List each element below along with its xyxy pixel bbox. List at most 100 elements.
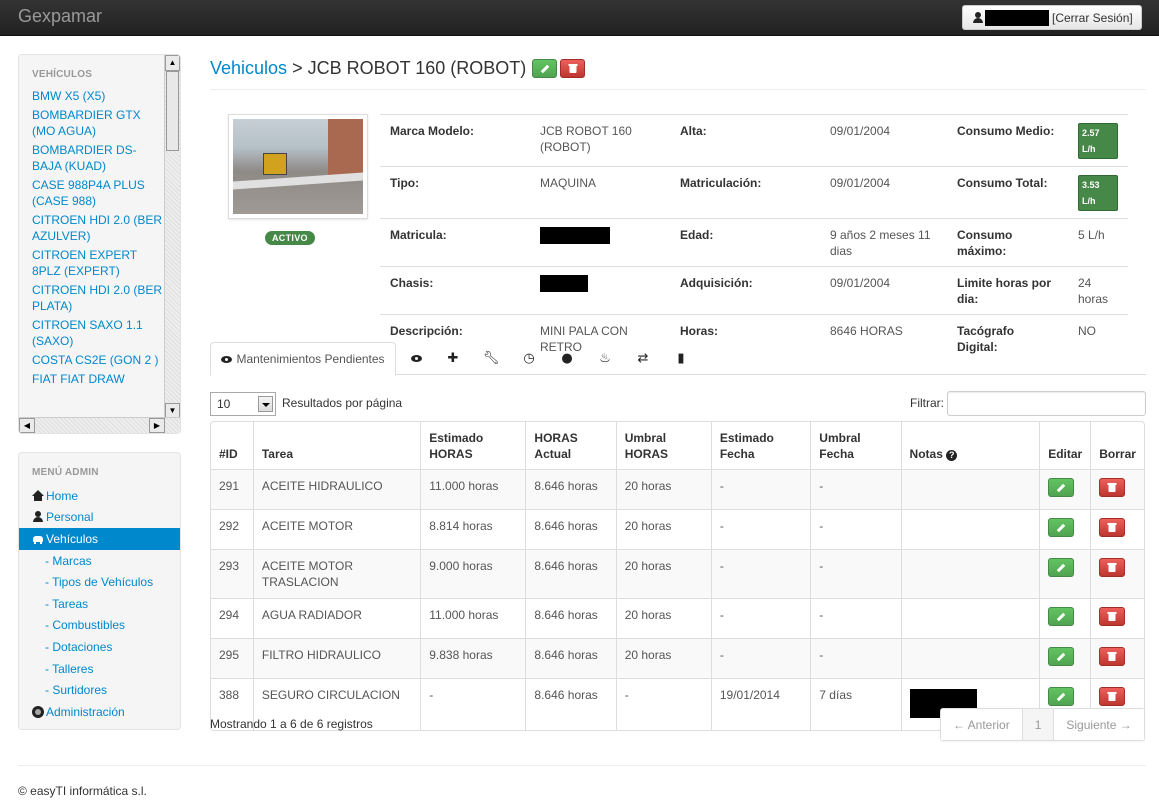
tab-file[interactable]: ▮ [670, 342, 692, 375]
menu-item-talleres[interactable]: - Talleres [19, 658, 180, 680]
scroll-up-icon[interactable]: ▲ [165, 55, 180, 71]
col-header-estimado-fecha[interactable]: Estimado Fecha [710, 422, 810, 469]
menu-item-combustibles[interactable]: - Combustibles [19, 615, 180, 637]
page-1-button[interactable]: 1 [1021, 709, 1054, 740]
menu-item-home[interactable]: Home [19, 485, 180, 507]
cell-estimado-fecha: 19/01/2014 [710, 678, 811, 730]
col-header-umbral-fecha[interactable]: Umbral Fecha [810, 422, 900, 469]
cell-id: 293 [211, 549, 253, 598]
details-row: Chasis: Adquisición: 09/01/2004 Limite h… [380, 266, 1128, 315]
edit-row-button[interactable] [1048, 558, 1075, 577]
col-header-horas-actual[interactable]: HORAS Actual [525, 422, 615, 469]
delete-row-button[interactable] [1099, 478, 1126, 497]
brand-logo[interactable]: Gexpamar [18, 6, 102, 27]
delete-row-button[interactable] [1099, 647, 1126, 666]
vehicle-link[interactable]: COSTA CS2E (GON 2 ) [32, 351, 164, 370]
vehicle-link[interactable]: FIAT FIAT DRAW [32, 370, 164, 389]
cell-horas-actual: 8.646 horas [525, 638, 616, 678]
breadcrumb-separator: > [292, 58, 303, 78]
col-header-notas[interactable]: Notas ? [900, 422, 1040, 469]
next-page-button[interactable]: Siguiente → [1053, 709, 1144, 740]
table-row: 291 ACEITE HIDRAULICO 11.000 horas 8.646… [211, 469, 1144, 509]
tab-clock[interactable]: ◷ [518, 342, 540, 375]
tab-mantenimientos-pendientes[interactable]: Mantenimientos Pendientes [210, 342, 396, 376]
delete-row-button[interactable] [1099, 558, 1126, 577]
tab-retweet[interactable]: ⇄ [632, 342, 654, 375]
menu-label: Vehículos [46, 531, 99, 546]
cell-tarea: AGUA RADIADOR [252, 598, 421, 638]
tab-wrench[interactable]: 🔧︎ [480, 342, 502, 375]
cell-estimado-horas: - [420, 678, 526, 730]
cell-estimado-horas: 8.814 horas [420, 509, 526, 549]
cell-umbral-horas: 20 horas [615, 509, 711, 549]
filter-input[interactable] [947, 391, 1146, 416]
scroll-left-icon[interactable]: ◀ [19, 418, 35, 433]
vertical-scrollbar[interactable]: ▲ ▼ [164, 55, 180, 419]
scroll-right-icon[interactable]: ▶ [149, 418, 165, 433]
edit-row-button[interactable] [1048, 518, 1075, 537]
vehicle-link[interactable]: CITROEN EXPERT 8PLZ (EXPERT) [32, 246, 164, 281]
col-header-estimado-horas[interactable]: Estimado HORAS [420, 422, 525, 469]
vehicle-link[interactable]: BOMBARDIER DS-BAJA (KUAD) [32, 141, 164, 176]
cell-editar [1039, 638, 1091, 678]
detail-value-cell [530, 218, 670, 267]
col-header-id[interactable]: #ID [211, 422, 253, 469]
edit-row-button[interactable] [1048, 478, 1075, 497]
consumo-total-label: 3.53 L/h [1078, 175, 1118, 211]
menu-item-dotaciones[interactable]: - Dotaciones [19, 636, 180, 658]
vehicle-tabs: Mantenimientos Pendientes ✚ 🔧︎ ◷ ● ♨ ⇄ ▮ [210, 342, 1146, 376]
horizontal-scrollbar[interactable]: ◀ ▶ [19, 417, 180, 433]
vehicle-link[interactable]: CITROEN SAXO 1.1 (SAXO) [32, 316, 164, 351]
col-header-umbral-horas[interactable]: Umbral HORAS [615, 422, 711, 469]
cell-editar [1039, 549, 1091, 598]
cell-editar [1039, 509, 1091, 549]
breadcrumb-vehiculos[interactable]: Vehiculos [210, 58, 287, 79]
tab-fuel[interactable]: ● [556, 342, 578, 375]
vehicle-link[interactable]: CASE 988P4A PLUS (CASE 988) [32, 176, 164, 211]
vehicle-link[interactable]: BMW X5 (X5) [32, 87, 164, 106]
chevron-down-icon[interactable] [258, 396, 273, 412]
logout-button[interactable]: [Cerrar Sesión] [962, 5, 1142, 30]
cell-horas-actual: 8.646 horas [525, 509, 616, 549]
page-size-label: Resultados por página [282, 396, 403, 410]
delete-row-button[interactable] [1099, 687, 1126, 706]
edit-row-button[interactable] [1048, 607, 1075, 626]
menu-item-surtidores[interactable]: - Surtidores [19, 679, 180, 701]
detail-key: Matricula: [380, 218, 530, 267]
menu-item-tareas[interactable]: - Tareas [19, 593, 180, 615]
scroll-thumb[interactable] [166, 71, 179, 151]
cell-umbral-fecha: - [810, 638, 901, 678]
menu-item-personal[interactable]: Personal [19, 507, 180, 529]
page-size-select[interactable]: 10 [210, 392, 276, 416]
menu-item-administracion[interactable]: Administración [19, 701, 180, 723]
menu-item-vehiculos[interactable]: Vehículos [19, 528, 180, 550]
cell-notas [900, 509, 1040, 549]
logout-label: [Cerrar Sesión] [1052, 10, 1133, 25]
tint-icon: ● [561, 351, 573, 366]
cell-tarea: FILTRO HIDRAULICO [252, 638, 421, 678]
cell-estimado-horas: 9.838 horas [420, 638, 526, 678]
menu-item-tipos-vehiculos[interactable]: - Tipos de Vehículos [19, 571, 180, 593]
tab-add[interactable]: ✚ [442, 342, 464, 375]
vehicle-link[interactable]: CITROEN HDI 2.0 (BER PLATA) [32, 281, 164, 316]
vehicle-link[interactable]: BOMBARDIER GTX (MO AGUA) [32, 106, 164, 141]
prev-page-button[interactable]: ← Anterior [941, 709, 1022, 740]
table-row: 292 ACEITE MOTOR 8.814 horas 8.646 horas… [211, 509, 1144, 549]
col-header-tarea[interactable]: Tarea [252, 422, 420, 469]
vehicle-link[interactable]: CITROEN HDI 2.0 (BER AZULVER) [32, 211, 164, 246]
tab-eye[interactable] [405, 342, 427, 375]
delete-row-button[interactable] [1099, 518, 1126, 537]
fire-icon: ♨ [599, 351, 611, 366]
menu-item-marcas[interactable]: - Marcas [19, 550, 180, 572]
edit-row-button[interactable] [1048, 647, 1075, 666]
edit-row-button[interactable] [1048, 687, 1075, 706]
delete-row-button[interactable] [1099, 607, 1126, 626]
delete-vehicle-button[interactable] [560, 59, 586, 78]
question-icon[interactable]: ? [946, 450, 958, 461]
cell-umbral-fecha: - [810, 598, 901, 638]
edit-vehicle-button[interactable] [532, 59, 558, 78]
vehicle-list: BMW X5 (X5) BOMBARDIER GTX (MO AGUA) BOM… [32, 87, 164, 389]
photo-rail [233, 172, 363, 190]
tab-fire[interactable]: ♨ [594, 342, 616, 375]
detail-key: Adquisición: [670, 266, 820, 315]
